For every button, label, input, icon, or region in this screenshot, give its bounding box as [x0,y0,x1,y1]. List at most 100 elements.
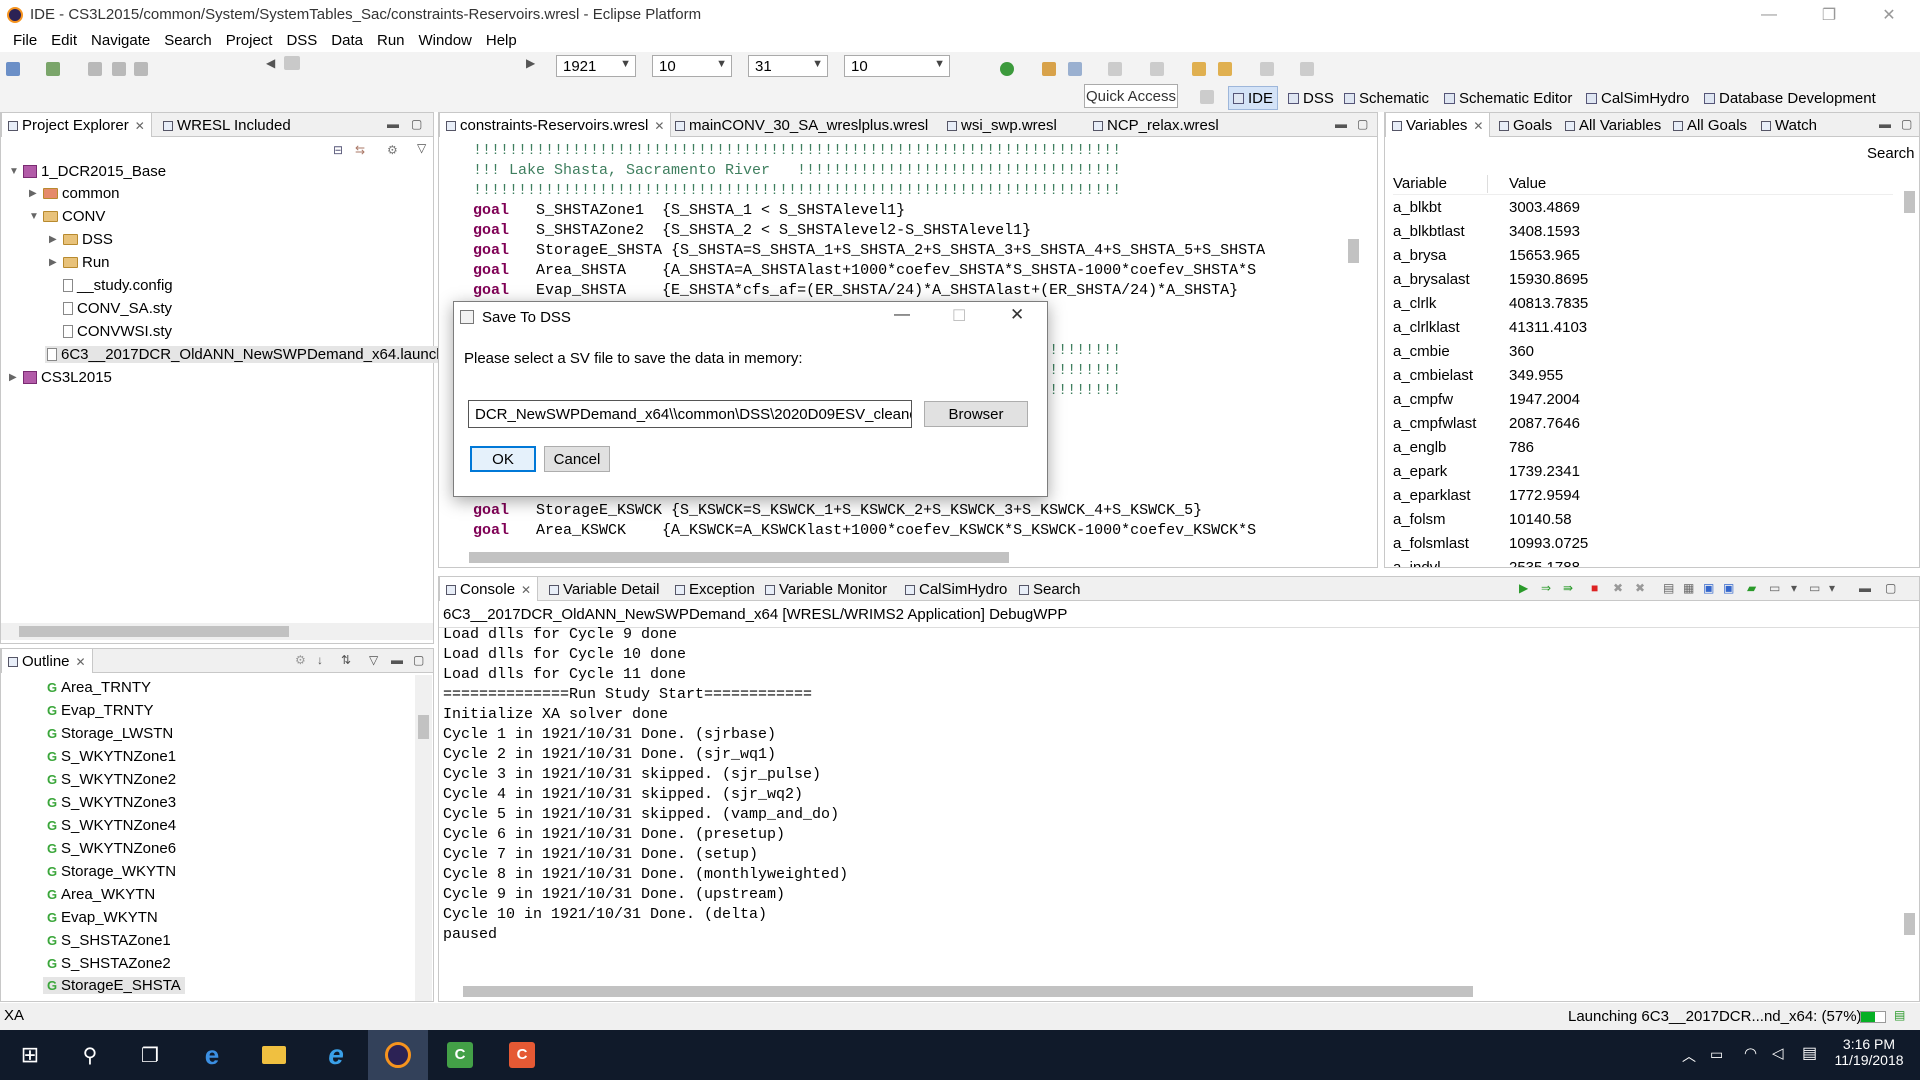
notifications-icon[interactable]: ▤ [1802,1043,1817,1063]
back-arrow-icon[interactable]: ◀ [266,56,275,70]
tab-exception[interactable]: Exception [669,577,761,601]
tab-constraints-reservoirs[interactable]: constraints-Reservoirs.wresl ✕ [439,113,672,137]
tab-variable-detail[interactable]: Variable Detail [543,577,665,601]
outline-item[interactable]: G S_SHSTAZone1 [47,932,171,949]
variables-search-button[interactable]: Search [1867,145,1915,162]
sort-icon[interactable]: ↓ [317,653,323,667]
outline-item-selected[interactable]: G StorageE_SHSTA [43,977,185,994]
maximize-view-icon[interactable]: ▢ [411,117,422,131]
edge-app[interactable]: e [182,1030,242,1080]
console-horizontal-scrollbar[interactable] [439,983,1901,1000]
outline-item[interactable]: G S_WKYTNZone2 [47,771,176,788]
table-row[interactable]: a_folsm 10140.58 [1393,509,1893,533]
day-combo[interactable]: 31 ▼ [748,55,828,77]
perspective-database-development[interactable]: Database Development [1700,86,1880,110]
chevron-down-icon[interactable]: ▼ [29,211,39,222]
ok-button[interactable]: OK [470,446,536,472]
battery-icon[interactable]: ▭ [1710,1046,1723,1063]
perspective-dss[interactable]: DSS [1284,86,1338,110]
tree-item-project[interactable]: ▼ 1_DCR2015_Base [9,163,166,180]
maximize-view-icon[interactable]: ▢ [413,653,424,667]
maximize-view-icon[interactable]: ▢ [1885,581,1896,595]
close-icon[interactable]: ✕ [654,119,664,133]
tree-item-file[interactable]: __study.config [63,277,173,294]
clock[interactable]: 3:16 PM 11/19/2018 [1834,1036,1904,1068]
minimize-view-icon[interactable]: ▬ [387,117,399,131]
previous-annotation-icon[interactable] [1150,62,1164,76]
run-icon[interactable] [1000,62,1014,76]
slider-handle-icon[interactable] [284,56,300,70]
minimize-view-icon[interactable]: ▬ [391,653,403,667]
tab-variables[interactable]: Variables ✕ [1385,113,1491,137]
tab-project-explorer[interactable]: Project Explorer ✕ [1,113,152,137]
menu-edit[interactable]: Edit [44,30,84,52]
month-combo[interactable]: 10 ▼ [652,55,732,77]
table-row[interactable]: a_clrlk 40813.7835 [1393,293,1893,317]
progress-view-icon[interactable]: ▤ [1894,1008,1905,1022]
cancel-button[interactable]: Cancel [544,446,610,472]
table-row[interactable]: a_englb 786 [1393,437,1893,461]
outline-item[interactable]: G Storage_LWSTN [47,725,173,742]
explorer-horizontal-scrollbar[interactable] [1,623,433,640]
terminate-icon[interactable]: ■ [1591,581,1598,595]
tab-wsi-swp[interactable]: wsi_swp.wresl [941,113,1063,137]
eclipse-app[interactable] [368,1030,428,1080]
tab-ncp-relax[interactable]: NCP_relax.wresl [1087,113,1225,137]
step-over-icon[interactable]: ⇛ [1563,581,1573,595]
outline-item[interactable]: G Area_WKYTN [47,886,155,903]
perspective-schematic-editor[interactable]: Schematic Editor [1440,86,1576,110]
forward-arrow-icon[interactable]: ▶ [526,56,535,70]
sv-file-path-input[interactable]: DCR_NewSWPDemand_x64\\common\DSS\2020D09… [468,400,912,428]
search-button[interactable]: ⚲ [60,1030,120,1080]
year-combo[interactable]: 1921 ▼ [556,55,636,77]
table-row[interactable]: a_blkbt 3003.4869 [1393,197,1893,221]
hide-fields-icon[interactable]: ⚙ [295,653,306,667]
outline-vertical-scrollbar[interactable] [415,675,432,1001]
minimize-button[interactable]: — [1740,0,1798,30]
menu-run[interactable]: Run [370,30,412,52]
tab-console[interactable]: Console ✕ [439,577,539,601]
link-editor-icon[interactable]: ⇆ [355,143,365,157]
app-red[interactable]: C [492,1030,552,1080]
chevron-right-icon[interactable]: ▶ [49,234,59,245]
chevron-right-icon[interactable]: ▶ [9,372,19,383]
column-header-value[interactable]: Value [1509,175,1546,192]
open-console-icon[interactable]: ▭ [1809,581,1820,595]
perspective-calsimhydro[interactable]: CalSimHydro [1582,86,1693,110]
tab-outline[interactable]: Outline ✕ [1,649,93,673]
tree-item-folder[interactable]: ▶ Run [49,254,110,271]
close-icon[interactable]: ✕ [76,655,86,669]
close-window-button[interactable]: ✕ [1860,0,1918,30]
chevron-right-icon[interactable]: ▶ [29,188,39,199]
tray-chevron-up-icon[interactable]: ︿ [1682,1046,1696,1066]
minimize-view-icon[interactable]: ▬ [1879,117,1891,131]
outline-item[interactable]: G S_WKYTNZone1 [47,748,176,765]
file-explorer-app[interactable] [244,1030,304,1080]
dialog-close-button[interactable]: ✕ [1010,305,1024,325]
table-row[interactable]: a_cmbielast 349.955 [1393,365,1893,389]
tree-item-project[interactable]: ▶ CS3L2015 [9,369,112,386]
table-row[interactable]: a_indvl 2535.1788 [1393,557,1893,567]
forward-icon[interactable] [1260,62,1274,76]
open-perspective-icon[interactable] [1200,90,1214,104]
chevron-down-icon[interactable]: ▾ [1791,581,1797,595]
step-icon[interactable]: ⇒ [1541,581,1551,595]
new-project-icon[interactable] [46,62,60,76]
chevron-right-icon[interactable]: ▶ [49,257,59,268]
launch-progress-bar[interactable] [1860,1011,1886,1023]
remove-all-icon[interactable]: ✖ [1635,581,1645,595]
maximize-button[interactable]: ❐ [1800,0,1858,30]
show-on-output-icon[interactable]: ▣ [1703,581,1714,595]
dialog-maximize-button[interactable]: ☐ [952,306,966,326]
menu-project[interactable]: Project [219,30,280,52]
outline-item[interactable]: G Area_TRNTY [47,679,151,696]
tab-all-goals[interactable]: All Goals [1667,113,1753,137]
menu-window[interactable]: Window [412,30,479,52]
pin-console-icon[interactable]: ▰ [1747,581,1756,595]
filter-icon[interactable]: ⚙ [387,143,398,157]
outline-item[interactable]: G Storage_WKYTN [47,863,176,880]
clear-console-icon[interactable]: ▤ [1663,581,1674,595]
quick-access-input[interactable]: Quick Access [1084,84,1178,108]
app-green[interactable]: C [430,1030,490,1080]
tree-item-folder[interactable]: ▼ CONV [29,208,105,225]
